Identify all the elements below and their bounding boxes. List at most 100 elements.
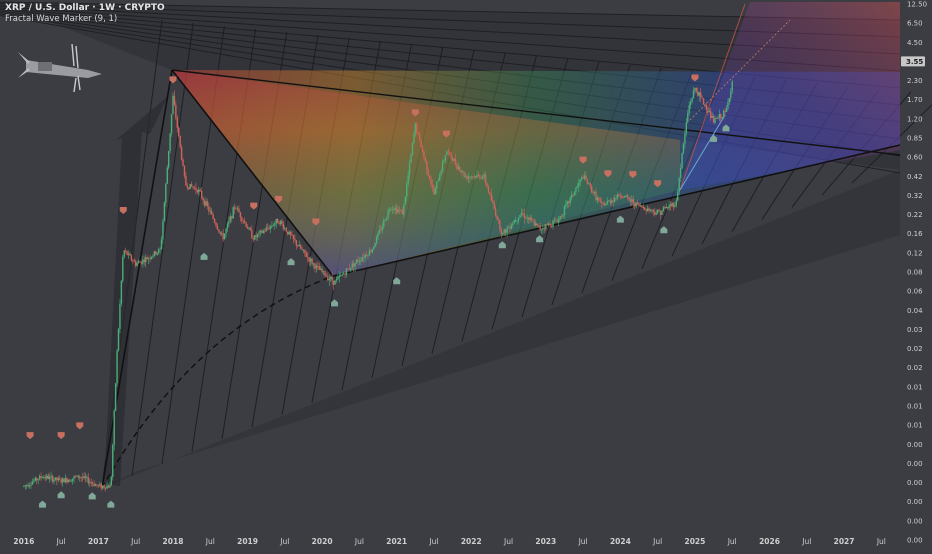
candle-body bbox=[440, 171, 442, 176]
candle-body bbox=[417, 132, 419, 134]
candle-body bbox=[363, 257, 365, 259]
candle-body bbox=[712, 115, 715, 123]
candle-body bbox=[460, 170, 462, 172]
candle-body bbox=[136, 263, 138, 266]
candle-body bbox=[414, 123, 417, 135]
candle-body bbox=[730, 90, 732, 99]
candle-body bbox=[646, 208, 649, 211]
price-tick-label: 0.85 bbox=[907, 135, 923, 143]
candle-body bbox=[321, 268, 323, 272]
candle-body bbox=[205, 201, 207, 206]
candle-body bbox=[398, 209, 401, 211]
candle-body bbox=[47, 475, 49, 480]
candle-body bbox=[662, 207, 665, 211]
candle-body bbox=[63, 478, 65, 483]
candle-body bbox=[513, 220, 515, 224]
indicator-label[interactable]: Fractal Wave Marker (9, 1) bbox=[5, 14, 165, 25]
candle-body bbox=[486, 183, 488, 187]
time-tick-label: 2024 bbox=[610, 537, 631, 546]
candle-body bbox=[93, 483, 95, 487]
candle-body bbox=[632, 199, 634, 204]
candle-body bbox=[103, 485, 105, 488]
time-axis[interactable]: 2016 Jul 2017 Jul 2018 Jul 2019 Jul 2020 Jul 2021 J… bbox=[13, 537, 885, 546]
candle-body bbox=[159, 248, 161, 250]
candle-body bbox=[593, 191, 596, 194]
candle-body bbox=[96, 484, 98, 486]
candle-body bbox=[324, 271, 326, 276]
fractal-low-marker bbox=[88, 492, 96, 500]
candle-body bbox=[332, 280, 335, 285]
candle-body bbox=[365, 254, 368, 256]
candle-body bbox=[208, 206, 210, 212]
price-tick-label: 0.02 bbox=[907, 345, 923, 353]
candle-body bbox=[639, 205, 642, 207]
candle-body bbox=[239, 212, 242, 218]
candle-body bbox=[456, 164, 458, 169]
candle-body bbox=[586, 179, 589, 184]
candle-body bbox=[231, 216, 233, 219]
candle-body bbox=[127, 253, 130, 255]
candle-body bbox=[410, 154, 412, 163]
candle-body bbox=[685, 122, 688, 134]
price-tick-label: 0.01 bbox=[907, 403, 923, 411]
candle-body bbox=[688, 105, 690, 114]
candle-body bbox=[40, 476, 42, 478]
candle-body bbox=[603, 203, 606, 206]
candle-body bbox=[428, 175, 431, 180]
candle-body bbox=[695, 87, 698, 92]
candle-body bbox=[519, 214, 521, 218]
candle-body bbox=[403, 204, 405, 215]
candle-body bbox=[232, 207, 234, 219]
current-price-label: 3.55 bbox=[906, 58, 923, 66]
candle-body bbox=[649, 210, 652, 212]
candle-body bbox=[190, 183, 193, 187]
candle-body bbox=[433, 187, 435, 195]
candle-body bbox=[90, 482, 92, 484]
symbol-title[interactable]: XRP / U.S. Dollar · 1W · CRYPTO bbox=[5, 3, 165, 14]
candle-body bbox=[157, 249, 160, 253]
candle-body bbox=[66, 478, 68, 483]
candle-body bbox=[477, 174, 480, 176]
candle-body bbox=[228, 220, 230, 224]
candle-body bbox=[289, 231, 292, 235]
candle-body bbox=[150, 256, 153, 259]
candle-body bbox=[314, 263, 316, 269]
chart-stage[interactable]: 12.50 6.50 4.50 3.55 2.30 1.70 1.20 0.85 0.60 0.4… bbox=[0, 0, 932, 550]
candle-body bbox=[198, 189, 200, 193]
fractal-low-marker bbox=[536, 235, 544, 243]
candle-body bbox=[694, 87, 696, 91]
candle-body bbox=[284, 228, 286, 229]
dashed-curve bbox=[101, 275, 334, 489]
candle-body bbox=[406, 184, 408, 197]
candle-body bbox=[124, 250, 127, 252]
candle-body bbox=[421, 147, 424, 152]
candle-body bbox=[122, 256, 124, 281]
candle-body bbox=[431, 184, 434, 188]
candle-body bbox=[259, 230, 262, 233]
candle-body bbox=[436, 181, 438, 189]
candle-body bbox=[437, 180, 439, 182]
price-axis[interactable]: 12.50 6.50 4.50 3.55 2.30 1.70 1.20 0.85 0.60 0.4… bbox=[901, 1, 927, 545]
candle-body bbox=[565, 203, 567, 207]
candle-body bbox=[381, 226, 384, 231]
candle-body bbox=[443, 160, 445, 163]
candle-body bbox=[383, 219, 385, 227]
candle-body bbox=[698, 92, 700, 96]
candle-body bbox=[265, 227, 267, 232]
price-chart[interactable]: 12.50 6.50 4.50 3.55 2.30 1.70 1.20 0.85 0.60 0.4… bbox=[0, 0, 932, 550]
candle-body bbox=[209, 210, 211, 212]
candle-body bbox=[27, 485, 29, 487]
candle-body bbox=[384, 219, 386, 221]
candle-body bbox=[391, 208, 394, 210]
fractal-low-marker bbox=[616, 215, 624, 223]
candle-body bbox=[638, 203, 640, 206]
candle-body bbox=[623, 196, 626, 198]
candle-body bbox=[169, 133, 171, 151]
time-tick-label: 2018 bbox=[163, 537, 184, 546]
candle-body bbox=[536, 223, 538, 226]
candle-body bbox=[368, 250, 371, 256]
missile-body bbox=[26, 60, 102, 78]
candle-body bbox=[235, 208, 237, 210]
candle-body bbox=[202, 197, 204, 201]
candle-body bbox=[503, 229, 505, 233]
